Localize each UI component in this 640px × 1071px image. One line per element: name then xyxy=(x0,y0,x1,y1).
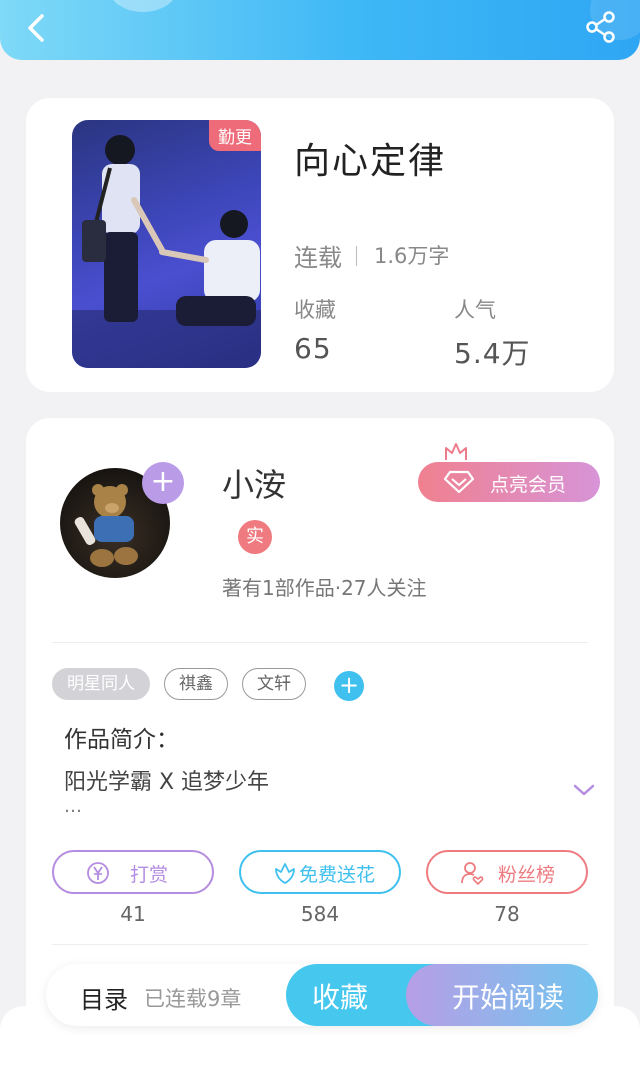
bottom-action-bar: 目录 已连载9章 收藏 开始阅读 xyxy=(46,964,598,1026)
author-name[interactable]: 小洝 xyxy=(222,460,286,506)
divider xyxy=(356,246,357,266)
share-button[interactable] xyxy=(584,10,618,44)
favorite-label: 收藏 xyxy=(312,981,369,1014)
decorative-bubble xyxy=(108,0,178,12)
divider xyxy=(52,642,588,643)
word-count: 1.6万字 xyxy=(374,244,450,268)
add-tag-button[interactable]: + xyxy=(334,671,364,701)
tag-character[interactable]: 祺鑫 xyxy=(164,668,228,700)
synopsis-label: 作品简介： xyxy=(64,727,179,753)
fan-rank-icon xyxy=(461,862,484,885)
verified-real-name-badge: 实 xyxy=(238,520,272,554)
crown-icon xyxy=(445,443,467,460)
flower-count: 584 xyxy=(300,902,340,926)
update-frequency-badge: 勤更 xyxy=(209,120,261,151)
book-info-card: 勤更 向心定律 连载 1.6万字 收藏 65 人气 5.4万 xyxy=(26,98,614,392)
tip-count: 41 xyxy=(120,902,146,926)
synopsis-text: 阳光学霸 X 追梦少年 xyxy=(64,770,270,795)
cover-illustration xyxy=(72,135,261,368)
chevron-down-icon[interactable] xyxy=(572,782,596,798)
fan-ranking-button[interactable]: 粉丝榜 xyxy=(426,850,588,894)
back-button[interactable] xyxy=(20,10,56,46)
top-nav-bar xyxy=(0,0,640,60)
book-title: 向心定律 xyxy=(294,141,447,182)
tip-button[interactable]: 打赏 xyxy=(52,850,214,894)
send-flower-button[interactable]: 免费送花 xyxy=(239,850,401,894)
favorites-count: 65 xyxy=(294,332,332,365)
share-icon xyxy=(586,11,615,43)
author-stats: 著有1部作品·27人关注 xyxy=(222,576,427,600)
tip-label: 打赏 xyxy=(130,864,169,886)
tag-category[interactable]: 明星同人 xyxy=(52,668,150,700)
diamond-icon xyxy=(444,470,474,494)
start-reading-button[interactable]: 开始阅读 xyxy=(406,964,598,1026)
popularity-label: 人气 xyxy=(454,298,496,322)
book-cover[interactable]: 勤更 xyxy=(72,120,261,368)
fan-count: 78 xyxy=(494,902,520,926)
flower-icon xyxy=(275,863,295,884)
follow-author-button[interactable]: + xyxy=(142,462,184,504)
vip-label: 点亮会员 xyxy=(490,474,567,496)
tag-character[interactable]: 文轩 xyxy=(242,668,306,700)
chapter-count: 已连载9章 xyxy=(144,987,242,1011)
chevron-left-icon xyxy=(28,14,44,42)
favorites-label: 收藏 xyxy=(294,298,336,322)
divider xyxy=(52,944,588,945)
popularity-count: 5.4万 xyxy=(454,337,531,370)
serial-status: 连载 xyxy=(294,244,342,272)
vip-membership-button[interactable]: 点亮会员 xyxy=(418,462,600,502)
synopsis-ellipsis: … xyxy=(64,796,82,817)
yen-icon xyxy=(87,862,109,884)
author-details-card: + 小洝 点亮会员 实 著有1部作品·27人关注 明星同人 祺鑫 文轩 + 作品… xyxy=(26,418,614,1058)
send-flower-label: 免费送花 xyxy=(299,864,376,886)
table-of-contents-button[interactable]: 目录 xyxy=(80,980,128,1015)
start-reading-label: 开始阅读 xyxy=(452,981,565,1014)
fan-ranking-label: 粉丝榜 xyxy=(498,864,556,886)
